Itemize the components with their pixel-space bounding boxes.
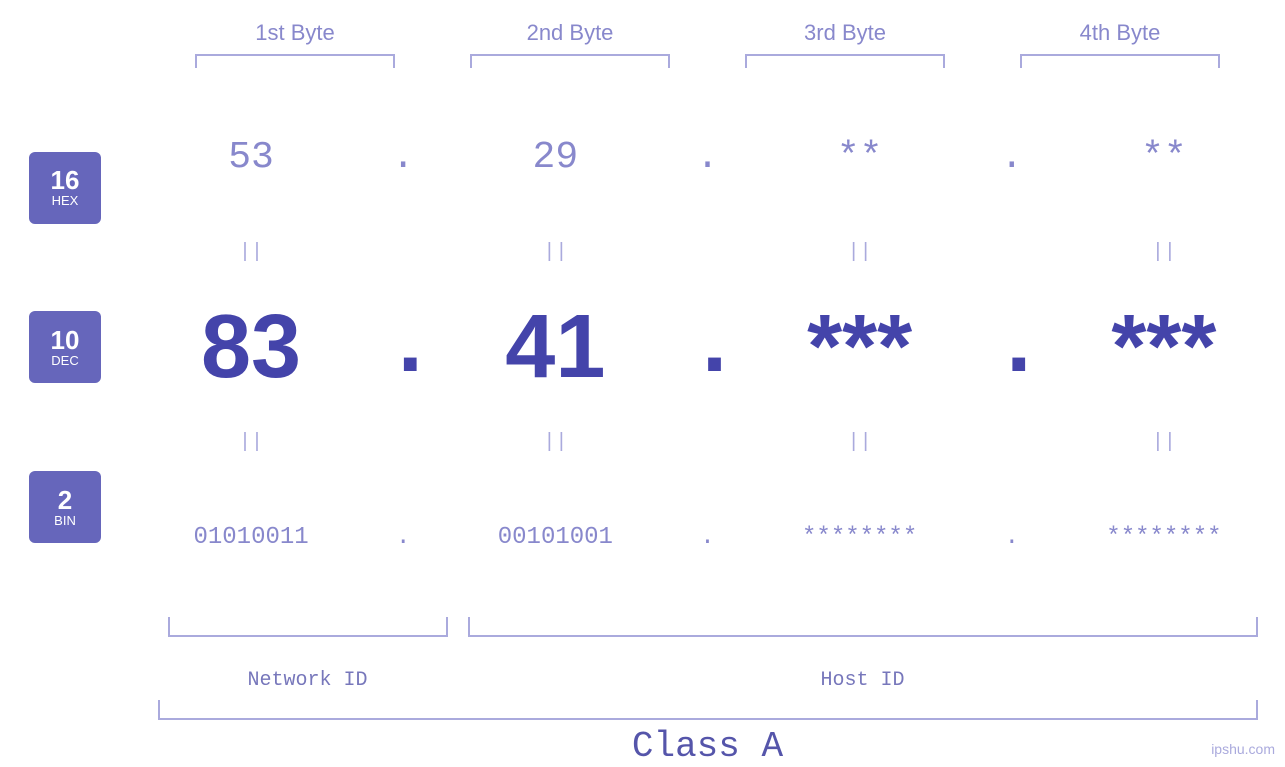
hex-cell-2: 29 — [445, 136, 665, 179]
class-label: Class A — [158, 726, 1258, 767]
eq-2-2: || — [445, 431, 665, 454]
hex-name: HEX — [52, 193, 79, 208]
bracket-1 — [195, 54, 395, 68]
dec-cell-2: 41 — [445, 296, 665, 399]
top-brackets — [158, 54, 1258, 68]
bin-dot-2: . — [687, 524, 727, 551]
hex-row: 53 . 29 . ** . ** — [130, 78, 1285, 238]
network-id-bracket — [168, 617, 448, 637]
dec-val-2: 41 — [505, 297, 605, 397]
hex-val-1: 53 — [228, 136, 274, 179]
network-id-label: Network ID — [168, 669, 448, 692]
id-labels-row: Network ID Host ID — [158, 669, 1258, 692]
watermark: ipshu.com — [1211, 741, 1275, 757]
dec-cell-4: *** — [1054, 296, 1274, 399]
hex-num: 16 — [51, 167, 80, 193]
byte-header-2: 2nd Byte — [460, 20, 680, 46]
dec-badge: 10 DEC — [29, 311, 101, 383]
dec-dot-2: . — [687, 297, 727, 399]
bin-val-1: 01010011 — [193, 524, 308, 551]
hex-dot-3: . — [992, 136, 1032, 179]
bin-row: 01010011 . 00101001 . ******** . *******… — [130, 457, 1285, 617]
equals-row-1: || || || || — [130, 238, 1285, 268]
eq-1-1: || — [141, 241, 361, 264]
host-id-bracket — [468, 617, 1258, 637]
bin-cell-3: ******** — [750, 524, 970, 551]
bin-num: 2 — [58, 487, 72, 513]
values-area: 53 . 29 . ** . ** || || — [130, 78, 1285, 617]
dec-name: DEC — [51, 353, 78, 368]
dec-val-4: *** — [1111, 297, 1216, 397]
byte-header-4: 4th Byte — [1010, 20, 1230, 46]
id-brackets-row — [158, 617, 1258, 667]
equals-row-2: || || || || — [130, 427, 1285, 457]
bottom-section: Network ID Host ID Class A — [158, 617, 1258, 767]
host-id-label: Host ID — [468, 669, 1258, 692]
hex-val-4: ** — [1141, 136, 1187, 179]
eq-2-3: || — [750, 431, 970, 454]
hex-cell-1: 53 — [141, 136, 361, 179]
content-area: 16 HEX 10 DEC 2 BIN 53 . 29 — [0, 78, 1285, 617]
dec-row: 83 . 41 . *** . *** — [130, 268, 1285, 428]
dec-num: 10 — [51, 327, 80, 353]
byte-headers: 1st Byte 2nd Byte 3rd Byte 4th Byte — [158, 20, 1258, 46]
dec-val-1: 83 — [201, 297, 301, 397]
hex-badge: 16 HEX — [29, 152, 101, 224]
hex-val-3: ** — [837, 136, 883, 179]
hex-dot-1: . — [383, 136, 423, 179]
bin-cell-4: ******** — [1054, 524, 1274, 551]
eq-2-4: || — [1054, 431, 1274, 454]
bracket-3 — [745, 54, 945, 68]
bracket-4 — [1020, 54, 1220, 68]
dec-cell-3: *** — [750, 296, 970, 399]
bin-val-2: 00101001 — [498, 524, 613, 551]
dec-cell-1: 83 — [141, 296, 361, 399]
bin-name: BIN — [54, 513, 76, 528]
bin-cell-2: 00101001 — [445, 524, 665, 551]
eq-2-1: || — [141, 431, 361, 454]
hex-val-2: 29 — [533, 136, 579, 179]
hex-dot-2: . — [687, 136, 727, 179]
hex-cell-4: ** — [1054, 136, 1274, 179]
hex-cell-3: ** — [750, 136, 970, 179]
bracket-2 — [470, 54, 670, 68]
bin-val-3: ******** — [802, 524, 917, 551]
main-container: 1st Byte 2nd Byte 3rd Byte 4th Byte 16 H… — [0, 0, 1285, 767]
full-bracket — [158, 700, 1258, 720]
byte-header-1: 1st Byte — [185, 20, 405, 46]
eq-1-3: || — [750, 241, 970, 264]
bin-badge: 2 BIN — [29, 471, 101, 543]
bin-val-4: ******** — [1106, 524, 1221, 551]
bin-dot-3: . — [992, 524, 1032, 551]
base-labels: 16 HEX 10 DEC 2 BIN — [0, 78, 130, 617]
dec-dot-1: . — [383, 297, 423, 399]
dec-dot-3: . — [992, 297, 1032, 399]
bin-dot-1: . — [383, 524, 423, 551]
bin-cell-1: 01010011 — [141, 524, 361, 551]
eq-1-2: || — [445, 241, 665, 264]
dec-val-3: *** — [807, 297, 912, 397]
byte-header-3: 3rd Byte — [735, 20, 955, 46]
eq-1-4: || — [1054, 241, 1274, 264]
